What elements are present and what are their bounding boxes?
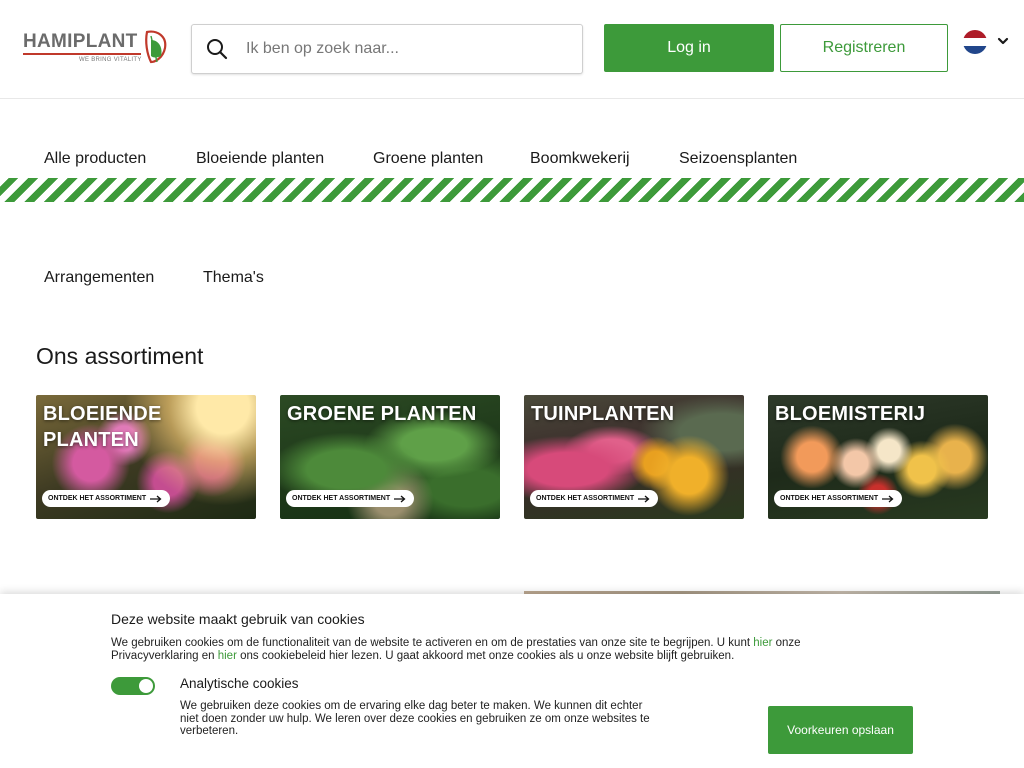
card-cta-label: ONTDEK HET ASSORTIMENT: [780, 495, 879, 502]
privacy-link[interactable]: hier: [753, 637, 772, 649]
nl-flag-icon[interactable]: [963, 30, 987, 54]
cookie-text-part: We gebruiken cookies om de functionalite…: [111, 637, 754, 649]
cookie-policy-link[interactable]: hier: [218, 650, 237, 662]
card-cta-button[interactable]: ONTDEK HET ASSORTIMENT: [42, 490, 171, 507]
logo-tagline: WE BRING VITALITY: [79, 57, 142, 63]
secondary-nav: Arrangementen Thema's: [0, 269, 1024, 293]
card-title: GROENE PLANTEN: [287, 403, 477, 425]
save-preferences-button[interactable]: Voorkeuren opslaan: [768, 706, 913, 754]
nav-item-alle-producten[interactable]: Alle producten: [44, 150, 146, 168]
site-header: HAMIPLANT WE BRING VITALITY Log in Regis…: [0, 0, 1024, 99]
search-input[interactable]: [244, 35, 568, 63]
card-cta-label: ONTDEK HET ASSORTIMENT: [48, 495, 147, 502]
analytics-text: We gebruiken deze cookies om de ervaring…: [180, 700, 650, 737]
card-cta-button[interactable]: ONTDEK HET ASSORTIMENT: [774, 490, 903, 507]
assortment-title: Ons assortiment: [36, 343, 204, 369]
primary-nav: Alle producten Bloeiende planten Groene …: [0, 150, 1024, 174]
search-box[interactable]: [191, 24, 583, 74]
card-groene-planten[interactable]: GROENE PLANTEN ONTDEK HET ASSORTIMENT: [280, 395, 500, 519]
analytics-toggle[interactable]: [111, 677, 155, 695]
nav-item-boomkwekerij[interactable]: Boomkwekerij: [530, 150, 630, 168]
cookie-text: We gebruiken cookies om de functionalite…: [111, 637, 871, 663]
toggle-knob: [139, 679, 153, 693]
card-cta-button[interactable]: ONTDEK HET ASSORTIMENT: [286, 490, 415, 507]
decorative-stripe: [0, 178, 1024, 202]
arrow-right-icon: [394, 495, 406, 502]
logo-text: HAMIPLANT: [23, 31, 138, 52]
leaf-icon: [145, 30, 167, 64]
card-cta-label: ONTDEK HET ASSORTIMENT: [536, 495, 635, 502]
cookie-banner: Deze website maakt gebruik van cookies W…: [0, 594, 1024, 768]
analytics-label: Analytische cookies: [180, 676, 299, 691]
chevron-down-icon[interactable]: [996, 34, 1010, 48]
card-tuinplanten[interactable]: TUINPLANTEN ONTDEK HET ASSORTIMENT: [524, 395, 744, 519]
login-button[interactable]: Log in: [604, 24, 774, 72]
search-icon: [207, 39, 228, 60]
nav-item-themas[interactable]: Thema's: [203, 269, 264, 287]
hamiplant-logo[interactable]: HAMIPLANT WE BRING VITALITY: [23, 28, 169, 66]
card-bloemisterij[interactable]: BLOEMISTERIJ ONTDEK HET ASSORTIMENT: [768, 395, 988, 519]
cookie-text-part: ons cookiebeleid hier lezen. U gaat akko…: [236, 650, 735, 662]
cookie-title: Deze website maakt gebruik van cookies: [111, 611, 365, 627]
card-title: TUINPLANTEN: [531, 403, 675, 425]
nav-item-bloeiende-planten[interactable]: Bloeiende planten: [196, 150, 324, 168]
arrow-right-icon: [638, 495, 650, 502]
logo-underline: [23, 53, 141, 55]
arrow-right-icon: [150, 495, 162, 502]
card-cta-button[interactable]: ONTDEK HET ASSORTIMENT: [530, 490, 659, 507]
card-title: BLOEIENDE PLANTEN: [43, 403, 162, 451]
register-button[interactable]: Registreren: [780, 24, 948, 72]
card-bloeiende-planten[interactable]: BLOEIENDE PLANTEN ONTDEK HET ASSORTIMENT: [36, 395, 256, 519]
nav-item-seizoensplanten[interactable]: Seizoensplanten: [679, 150, 797, 168]
arrow-right-icon: [882, 495, 894, 502]
nav-item-arrangementen[interactable]: Arrangementen: [44, 269, 154, 287]
card-title: BLOEMISTERIJ: [775, 403, 926, 425]
nav-item-groene-planten[interactable]: Groene planten: [373, 150, 483, 168]
card-cta-label: ONTDEK HET ASSORTIMENT: [292, 495, 391, 502]
